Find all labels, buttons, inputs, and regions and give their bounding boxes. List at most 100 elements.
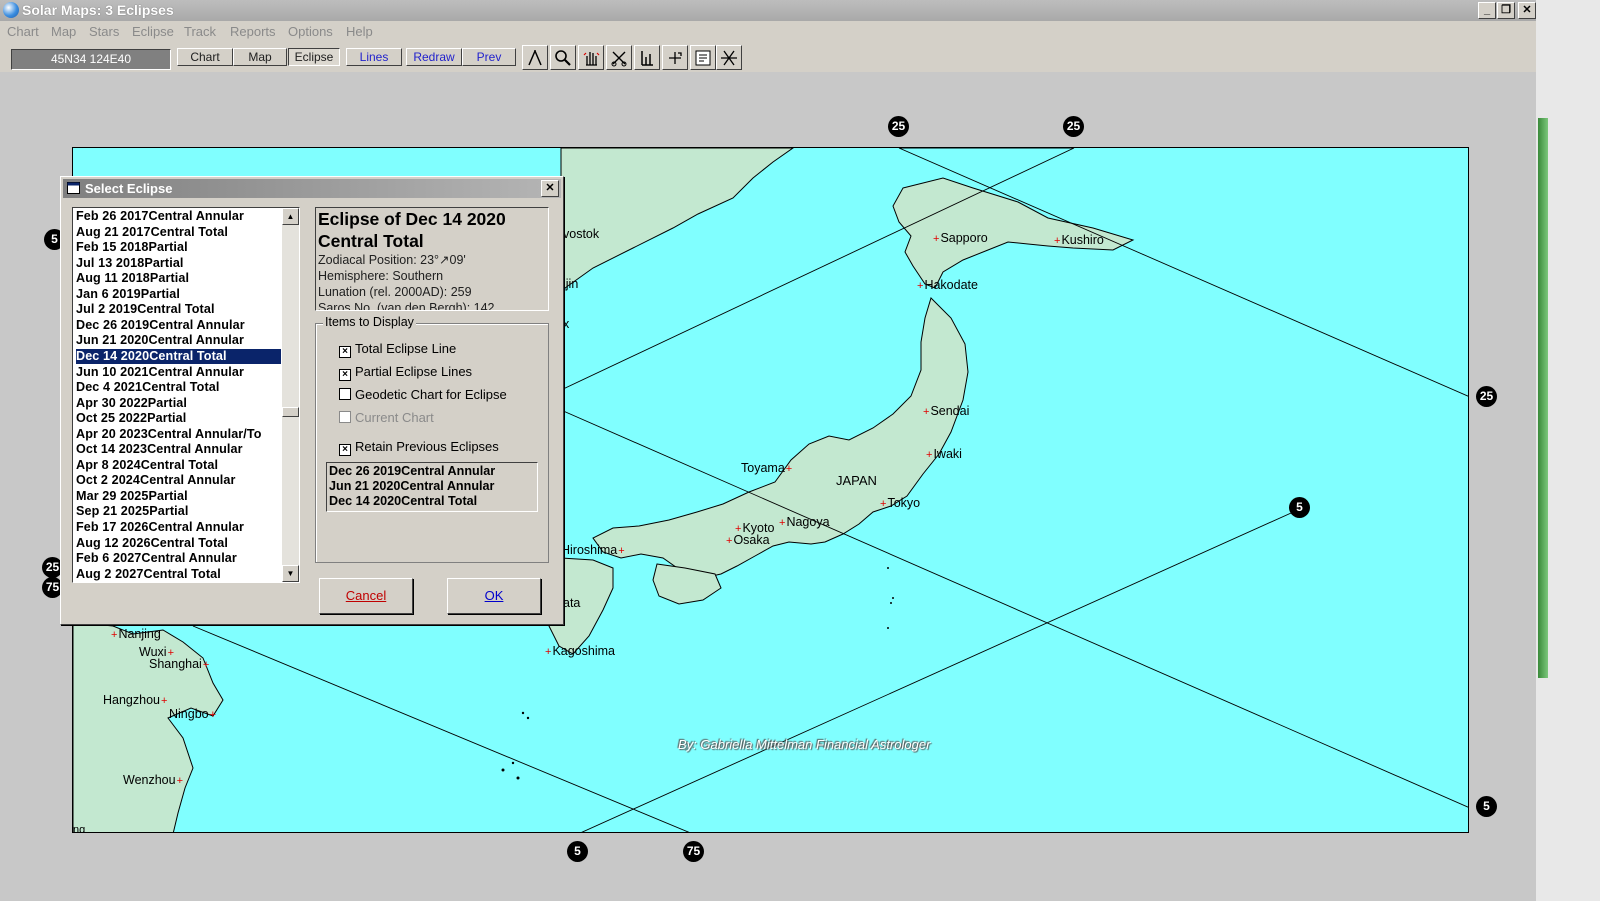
scissors-tool[interactable] (606, 45, 632, 70)
app-globe-icon (3, 2, 19, 18)
hand-icon (583, 52, 600, 66)
scroll-down-button[interactable]: ▼ (282, 565, 299, 582)
redraw-button[interactable]: Redraw (406, 48, 462, 66)
minimize-button[interactable]: _ (1478, 2, 1496, 19)
zoom-icon (555, 50, 571, 66)
eclipse-list-item[interactable]: Feb 17 2026Central Annular (76, 520, 281, 535)
info-icon (695, 50, 711, 66)
items-to-display-group: Items to Display × Total Eclipse Line × Pa… (315, 315, 549, 563)
eclipse-list-item[interactable]: Dec 4 2021Central Total (76, 380, 281, 395)
eclipse-list-item[interactable]: Sep 21 2025Partial (76, 504, 281, 519)
eclipse-list-item[interactable]: Oct 25 2022Partial (76, 411, 281, 426)
eclipse-list-item[interactable]: Jan 6 2019Partial (76, 287, 281, 302)
menu-map[interactable]: Map (51, 24, 76, 39)
eclipse-lunation: Lunation (rel. 2000AD): 259 (318, 285, 472, 299)
eclipse-list-item[interactable]: Jul 2 2019Central Total (76, 302, 281, 317)
eclipse-list-item[interactable]: Feb 26 2017Central Annular (76, 209, 281, 224)
author-byline: By: Gabriella Mittelman Financial Astrol… (678, 737, 931, 752)
partial-eclipse-lines-checkbox[interactable]: × Partial Eclipse Lines (339, 364, 472, 381)
eclipse-hemisphere: Hemisphere: Southern (318, 269, 444, 283)
eclipse-list-item[interactable]: Dec 26 2019Central Annular (76, 318, 281, 333)
close-window-button[interactable]: ✕ (1518, 2, 1536, 19)
toolbar: 45N34 124E40 Chart Map Eclipse Lines Red… (0, 43, 1540, 72)
eclipse-list-item[interactable]: Apr 20 2023Central Annular/To (76, 427, 281, 442)
city-kushiro: +Kushiro (1054, 233, 1104, 247)
ok-button[interactable]: OK (447, 578, 541, 614)
menu-options[interactable]: Options (288, 24, 333, 39)
eclipse-list-item[interactable]: Oct 2 2024Central Annular (76, 473, 281, 488)
dialog-close-button[interactable]: ✕ (541, 180, 559, 197)
list-item[interactable]: Jun 21 2020Central Annular (329, 479, 494, 494)
geodetic-chart-checkbox[interactable]: Geodetic Chart for Eclipse (339, 387, 507, 402)
lines-button[interactable]: Lines (346, 48, 402, 66)
partial-city-label: ata (563, 596, 581, 610)
eclipse-list-item[interactable]: Aug 2 2027Central Total (76, 567, 281, 582)
eclipse-button[interactable]: Eclipse (288, 48, 340, 66)
eclipse-list[interactable]: Feb 26 2017Central Annular Aug 21 2017Cen… (72, 207, 300, 583)
eclipse-list-item[interactable]: Jun 10 2021Central Annular (76, 365, 281, 380)
eclipse-list-item[interactable]: Apr 30 2022Partial (76, 396, 281, 411)
country-label: JAPAN (836, 473, 877, 488)
line-label-badge: 25 (1476, 386, 1497, 407)
eclipse-list-item[interactable]: Apr 8 2024Central Total (76, 458, 281, 473)
city-hiroshima: Hiroshima+ (561, 543, 625, 557)
eclipse-list-item[interactable]: Mar 29 2025Partial (76, 489, 281, 504)
menu-stars[interactable]: Stars (89, 24, 119, 39)
partial-city-label: vostok (563, 227, 600, 241)
eclipse-list-item[interactable]: Dec 14 2020Central Total (76, 348, 281, 364)
city-nagoya: +Nagoya (779, 515, 830, 529)
menu-reports[interactable]: Reports (230, 24, 276, 39)
coordinate-field[interactable]: 45N34 124E40 (11, 49, 171, 70)
menu-help[interactable]: Help (346, 24, 373, 39)
city-nanjing: +Nanjing (111, 627, 161, 641)
line-label-badge: 5 (1289, 497, 1310, 518)
city-hangzhou: Hangzhou+ (103, 693, 168, 707)
scroll-thumb[interactable] (282, 407, 299, 417)
dialog-window-icon (67, 182, 80, 194)
list-item[interactable]: Dec 14 2020Central Total (329, 494, 477, 509)
prev-button[interactable]: Prev (462, 48, 516, 66)
partial-city-label: ng (73, 824, 86, 833)
eclipse-list-item[interactable]: Jul 13 2018Partial (76, 256, 281, 271)
zoom-tool[interactable] (550, 45, 576, 70)
chart-button[interactable]: Chart (177, 48, 233, 66)
checkbox-mark (339, 388, 351, 400)
eclipse-list-item[interactable]: Feb 6 2027Central Annular (76, 551, 281, 566)
eclipse-list-item[interactable]: Jun 21 2020Central Annular (76, 333, 281, 348)
eclipse-list-item[interactable]: Feb 15 2018Partial (76, 240, 281, 255)
eclipse-info-panel: Eclipse of Dec 14 2020 Central Total Zod… (315, 207, 549, 311)
cancel-button[interactable]: Cancel (319, 578, 413, 614)
eclipse-list-item[interactable]: Aug 12 2026Central Total (76, 536, 281, 551)
eclipse-list-item[interactable]: Aug 11 2018Partial (76, 271, 281, 286)
eclipse-info-type: Central Total (318, 231, 424, 251)
eclipse-list-item[interactable]: Oct 14 2023Central Annular (76, 442, 281, 457)
menu-chart[interactable]: Chart (7, 24, 39, 39)
menu-bar: Chart Map Stars Eclipse Track Reports Op… (0, 21, 1540, 43)
previous-eclipses-list[interactable]: Dec 26 2019Central Annular Jun 21 2020Ce… (326, 462, 538, 512)
line-label-badge: 5 (567, 841, 588, 862)
restore-button[interactable]: ❐ (1497, 2, 1515, 19)
eclipse-list-item[interactable]: Aug 21 2017Central Total (76, 225, 281, 240)
info-tool[interactable] (690, 45, 716, 70)
cross-lines-tool[interactable] (716, 45, 742, 70)
crosshair-tool[interactable] (662, 45, 688, 70)
scroll-up-button[interactable]: ▲ (282, 208, 299, 225)
ruler-tool[interactable] (634, 45, 660, 70)
line-label-badge: 25 (888, 116, 909, 137)
group-label: Items to Display (323, 315, 416, 329)
map-button[interactable]: Map (233, 48, 287, 66)
menu-eclipse[interactable]: Eclipse (132, 24, 174, 39)
list-item[interactable]: Dec 26 2019Central Annular (329, 464, 495, 479)
partial-city-label: ljin (563, 277, 579, 291)
retain-previous-checkbox[interactable]: × Retain Previous Eclipses (339, 439, 499, 456)
compass-tool[interactable] (522, 45, 548, 70)
title-bar: Solar Maps: 3 Eclipses _ ❐ ✕ (0, 0, 1540, 21)
hand-tool[interactable] (578, 45, 604, 70)
eclipse-list-scrollbar[interactable]: ▲ ▼ (282, 208, 299, 582)
city-osaka: +Osaka (726, 533, 770, 547)
current-chart-checkbox[interactable]: Current Chart (339, 410, 434, 425)
cross-lines-icon (721, 50, 737, 66)
total-eclipse-line-checkbox[interactable]: × Total Eclipse Line (339, 341, 456, 358)
menu-track[interactable]: Track (184, 24, 216, 39)
line-label-badge: 75 (683, 841, 704, 862)
